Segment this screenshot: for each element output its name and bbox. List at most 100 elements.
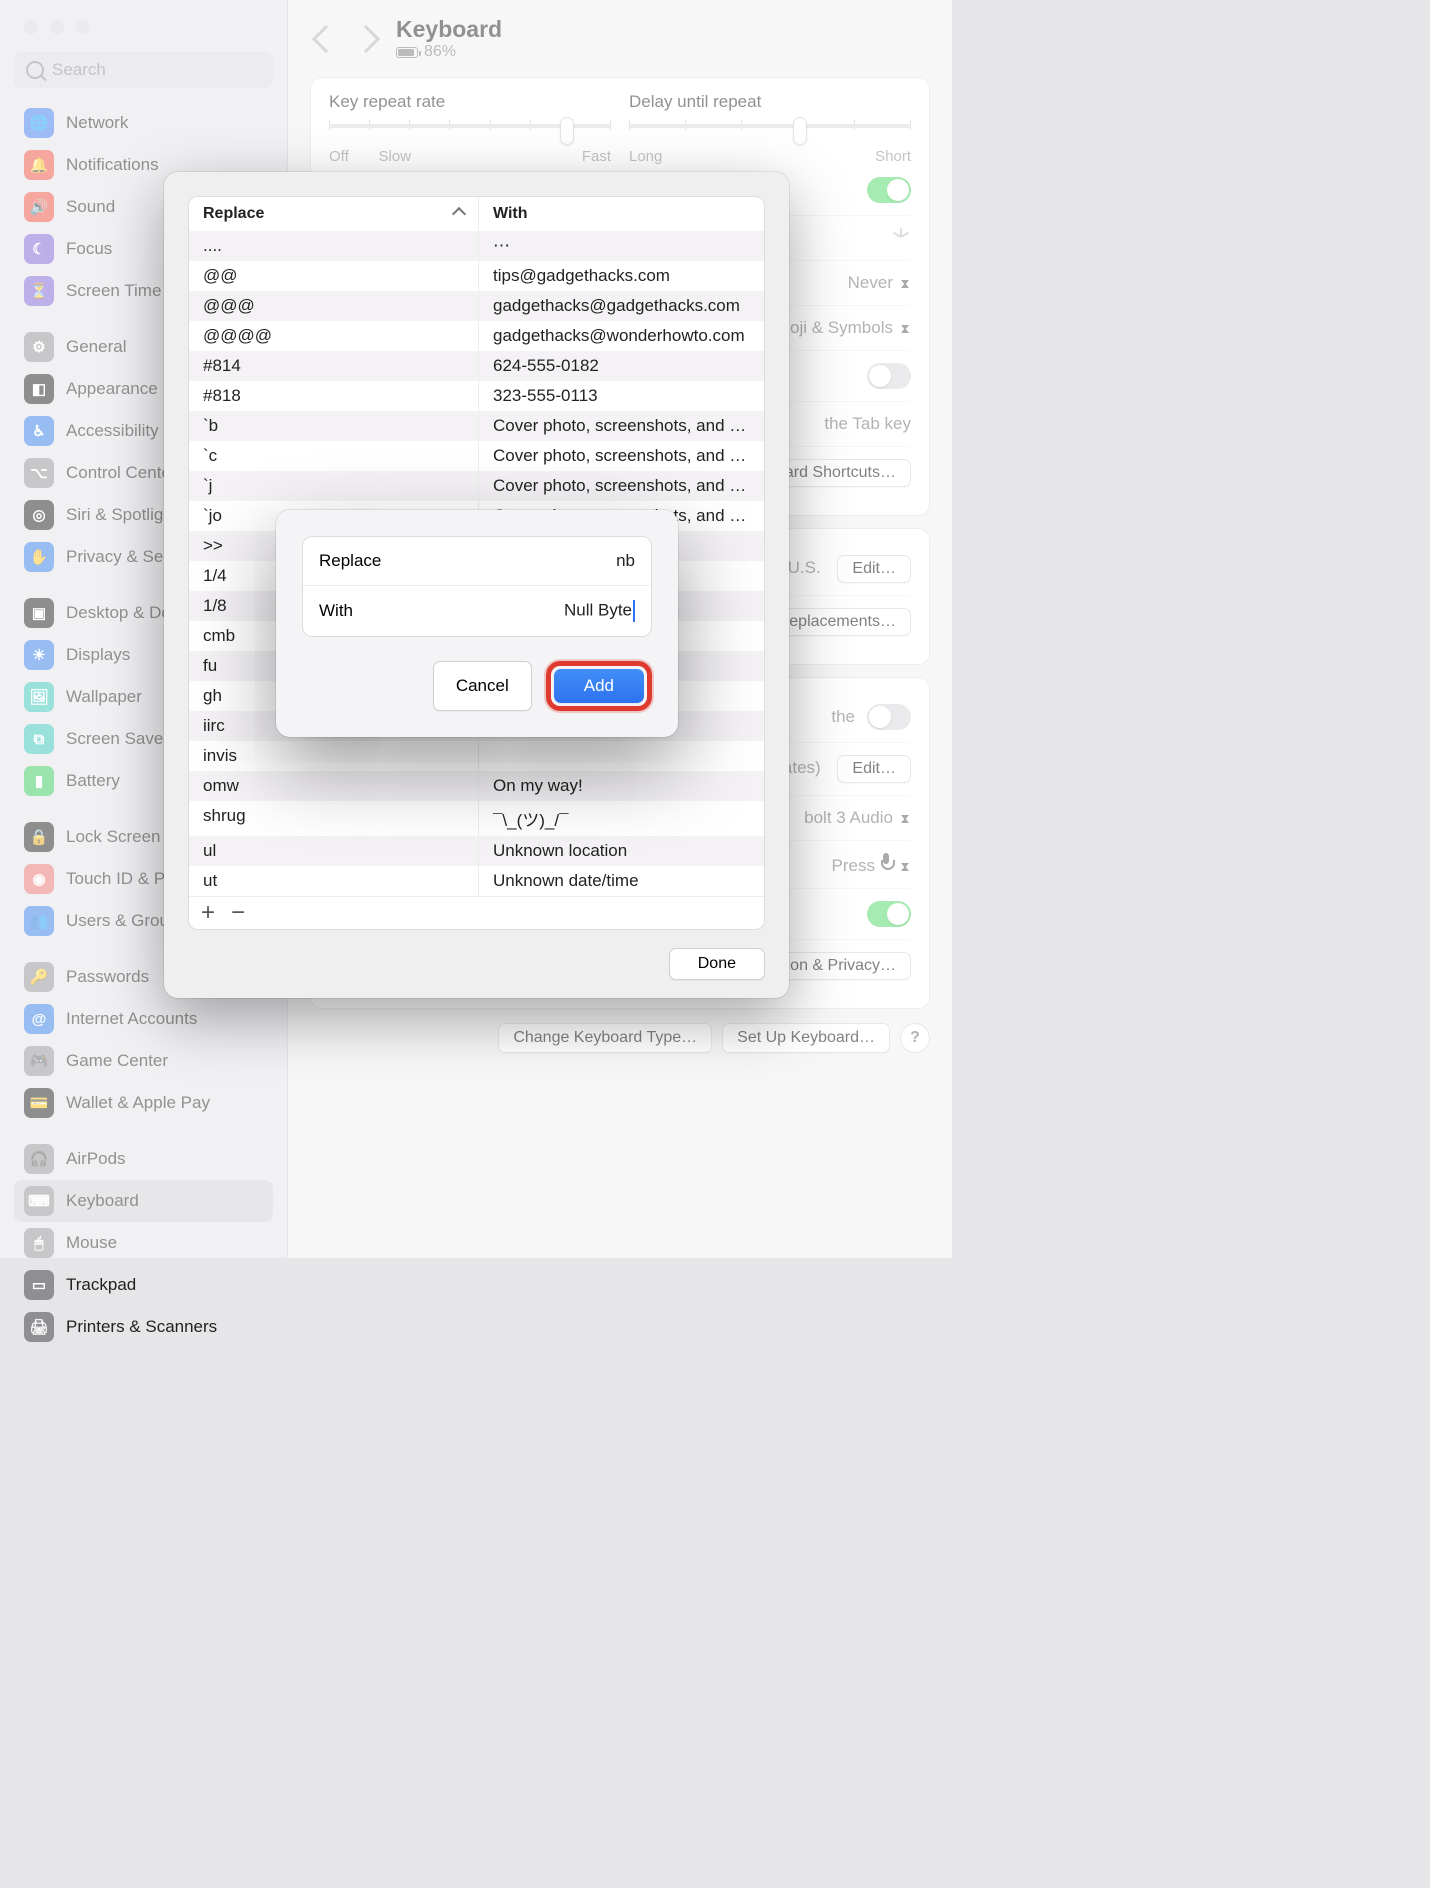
displays-icon: ☀ xyxy=(24,640,54,670)
sidebar-item-label: Wallpaper xyxy=(66,687,142,707)
table-row[interactable]: @@@gadgethacks@gadgethacks.com xyxy=(189,291,764,321)
sidebar-item-printers-scanners[interactable]: 🖨Printers & Scanners xyxy=(14,1306,273,1348)
privacy-security-icon: ✋ xyxy=(24,542,54,572)
replace-cell: shrug xyxy=(189,801,479,836)
replace-cell: @@@@ xyxy=(189,321,479,351)
table-row[interactable]: #814624-555-0182 xyxy=(189,351,764,381)
sidebar-item-keyboard[interactable]: ⌨Keyboard xyxy=(14,1180,273,1222)
network-icon: 🌐 xyxy=(24,108,54,138)
wallet-apple-pay-icon: 💳 xyxy=(24,1088,54,1118)
replace-cell: `j xyxy=(189,471,479,501)
printers-scanners-icon: 🖨 xyxy=(24,1312,54,1342)
with-cell: gadgethacks@wonderhowto.com xyxy=(479,321,764,351)
backlight-toggle[interactable] xyxy=(867,177,911,203)
sidebar-item-network[interactable]: 🌐 Network xyxy=(14,102,273,144)
sidebar-item-airpods[interactable]: 🎧AirPods xyxy=(14,1138,273,1180)
table-row[interactable]: omwOn my way! xyxy=(189,771,764,801)
table-row[interactable]: invis xyxy=(189,741,764,771)
dictation-shortcut[interactable]: Press xyxy=(832,853,911,876)
table-row[interactable]: `bCover photo, screenshots, and GIFs by xyxy=(189,411,764,441)
table-row[interactable]: @@tips@gadgethacks.com xyxy=(189,261,764,291)
table-row[interactable]: #818323-555-0113 xyxy=(189,381,764,411)
table-row[interactable]: @@@@gadgethacks@wonderhowto.com xyxy=(189,321,764,351)
screen-time-icon: ⏳ xyxy=(24,276,54,306)
replace-cell: `b xyxy=(189,411,479,441)
table-row[interactable]: `jCover photo, screenshots, and GIFs by xyxy=(189,471,764,501)
table-row[interactable]: `cCover photo, screenshots, and GIFs by xyxy=(189,441,764,471)
column-header-with[interactable]: With xyxy=(479,197,764,231)
with-field[interactable]: Null Byte xyxy=(564,600,635,622)
with-cell: Unknown date/time xyxy=(479,866,764,896)
cancel-button[interactable]: Cancel xyxy=(433,661,532,711)
spellcheck-edit-button[interactable]: Edit… xyxy=(837,755,911,783)
forward-button[interactable] xyxy=(352,24,380,52)
dictation-toggle[interactable] xyxy=(867,901,911,927)
sidebar-item-label: Screen Saver xyxy=(66,729,169,749)
edit-input-sources-button[interactable]: Edit… xyxy=(837,555,911,583)
internet-accounts-icon: @ xyxy=(24,1004,54,1034)
search-input[interactable]: Search xyxy=(14,52,273,88)
add-button[interactable]: Add xyxy=(554,669,644,703)
keyboard-icon: ⌨ xyxy=(24,1186,54,1216)
sidebar-item-label: Passwords xyxy=(66,967,149,987)
sidebar-item-game-center[interactable]: 🎮Game Center xyxy=(14,1040,273,1082)
sidebar-item-internet-accounts[interactable]: @Internet Accounts xyxy=(14,998,273,1040)
mouse-icon: 🖱 xyxy=(24,1228,54,1258)
minimize-icon[interactable] xyxy=(50,20,64,34)
fullscreen-icon[interactable] xyxy=(76,20,90,34)
autocorrect-toggle[interactable] xyxy=(867,704,911,730)
key-repeat-slider[interactable] xyxy=(329,120,611,144)
replace-cell: ut xyxy=(189,866,479,896)
wallpaper-icon: 🖼 xyxy=(24,682,54,712)
done-button[interactable]: Done xyxy=(669,948,765,980)
sound-icon: 🔊 xyxy=(24,192,54,222)
sidebar-item-label: Appearance xyxy=(66,379,158,399)
with-cell: Cover photo, screenshots, and GIFs by xyxy=(479,441,764,471)
lowlight-value[interactable]: Never xyxy=(848,273,911,293)
replace-cell: @@@ xyxy=(189,291,479,321)
search-placeholder: Search xyxy=(52,60,106,80)
general-icon: ⚙ xyxy=(24,332,54,362)
sidebar-item-label: Battery xyxy=(66,771,120,791)
table-row[interactable]: ....⋯ xyxy=(189,231,764,261)
sidebar-item-label: Network xyxy=(66,113,128,133)
trackpad-icon: ▭ xyxy=(24,1270,54,1300)
sidebar-item-mouse[interactable]: 🖱 Mouse xyxy=(14,1222,273,1264)
setup-keyboard-button[interactable]: Set Up Keyboard… xyxy=(722,1023,890,1053)
replace-cell: #814 xyxy=(189,351,479,381)
remove-row-button[interactable]: − xyxy=(231,903,245,923)
mic-icon xyxy=(879,853,893,871)
replace-field-label: Replace xyxy=(319,551,381,571)
add-replacement-dialog: Replace nb With Null Byte Cancel Add xyxy=(276,510,678,737)
sidebar-item-label: Game Center xyxy=(66,1051,168,1071)
add-row-button[interactable]: + xyxy=(201,903,215,923)
replace-cell: .... xyxy=(189,231,479,261)
sidebar-item-wallet-apple-pay[interactable]: 💳Wallet & Apple Pay xyxy=(14,1082,273,1124)
accessibility-icon: ♿︎ xyxy=(24,416,54,446)
help-button[interactable]: ? xyxy=(900,1023,930,1053)
back-button[interactable] xyxy=(312,24,340,52)
table-row[interactable]: ulUnknown location xyxy=(189,836,764,866)
replace-cell: #818 xyxy=(189,381,479,411)
fkeys-toggle[interactable] xyxy=(867,363,911,389)
column-header-replace[interactable]: Replace xyxy=(189,197,479,231)
close-icon[interactable] xyxy=(24,20,38,34)
delay-slider[interactable] xyxy=(629,120,911,144)
sidebar-item-label: Accessibility xyxy=(66,421,159,441)
text-cursor-icon xyxy=(633,600,635,622)
table-row[interactable]: utUnknown date/time xyxy=(189,866,764,896)
sidebar-item-label: Mouse xyxy=(66,1233,117,1253)
loading-icon xyxy=(891,228,911,248)
change-keyboard-type-button[interactable]: Change Keyboard Type… xyxy=(498,1023,712,1053)
sidebar-item-label: Screen Time xyxy=(66,281,161,301)
with-cell: ⋯ xyxy=(479,231,764,261)
table-row[interactable]: shrug¯\_(ツ)_/¯ xyxy=(189,801,764,836)
users-groups-icon: 👥 xyxy=(24,906,54,936)
highlight-annotation: Add xyxy=(546,661,652,711)
with-cell xyxy=(479,741,764,771)
audio-value[interactable]: bolt 3 Audio xyxy=(804,808,911,828)
replace-field[interactable]: nb xyxy=(616,551,635,571)
sidebar-item-trackpad[interactable]: ▭Trackpad xyxy=(14,1264,273,1306)
with-cell: tips@gadgethacks.com xyxy=(479,261,764,291)
header: Keyboard 86% xyxy=(288,0,952,65)
